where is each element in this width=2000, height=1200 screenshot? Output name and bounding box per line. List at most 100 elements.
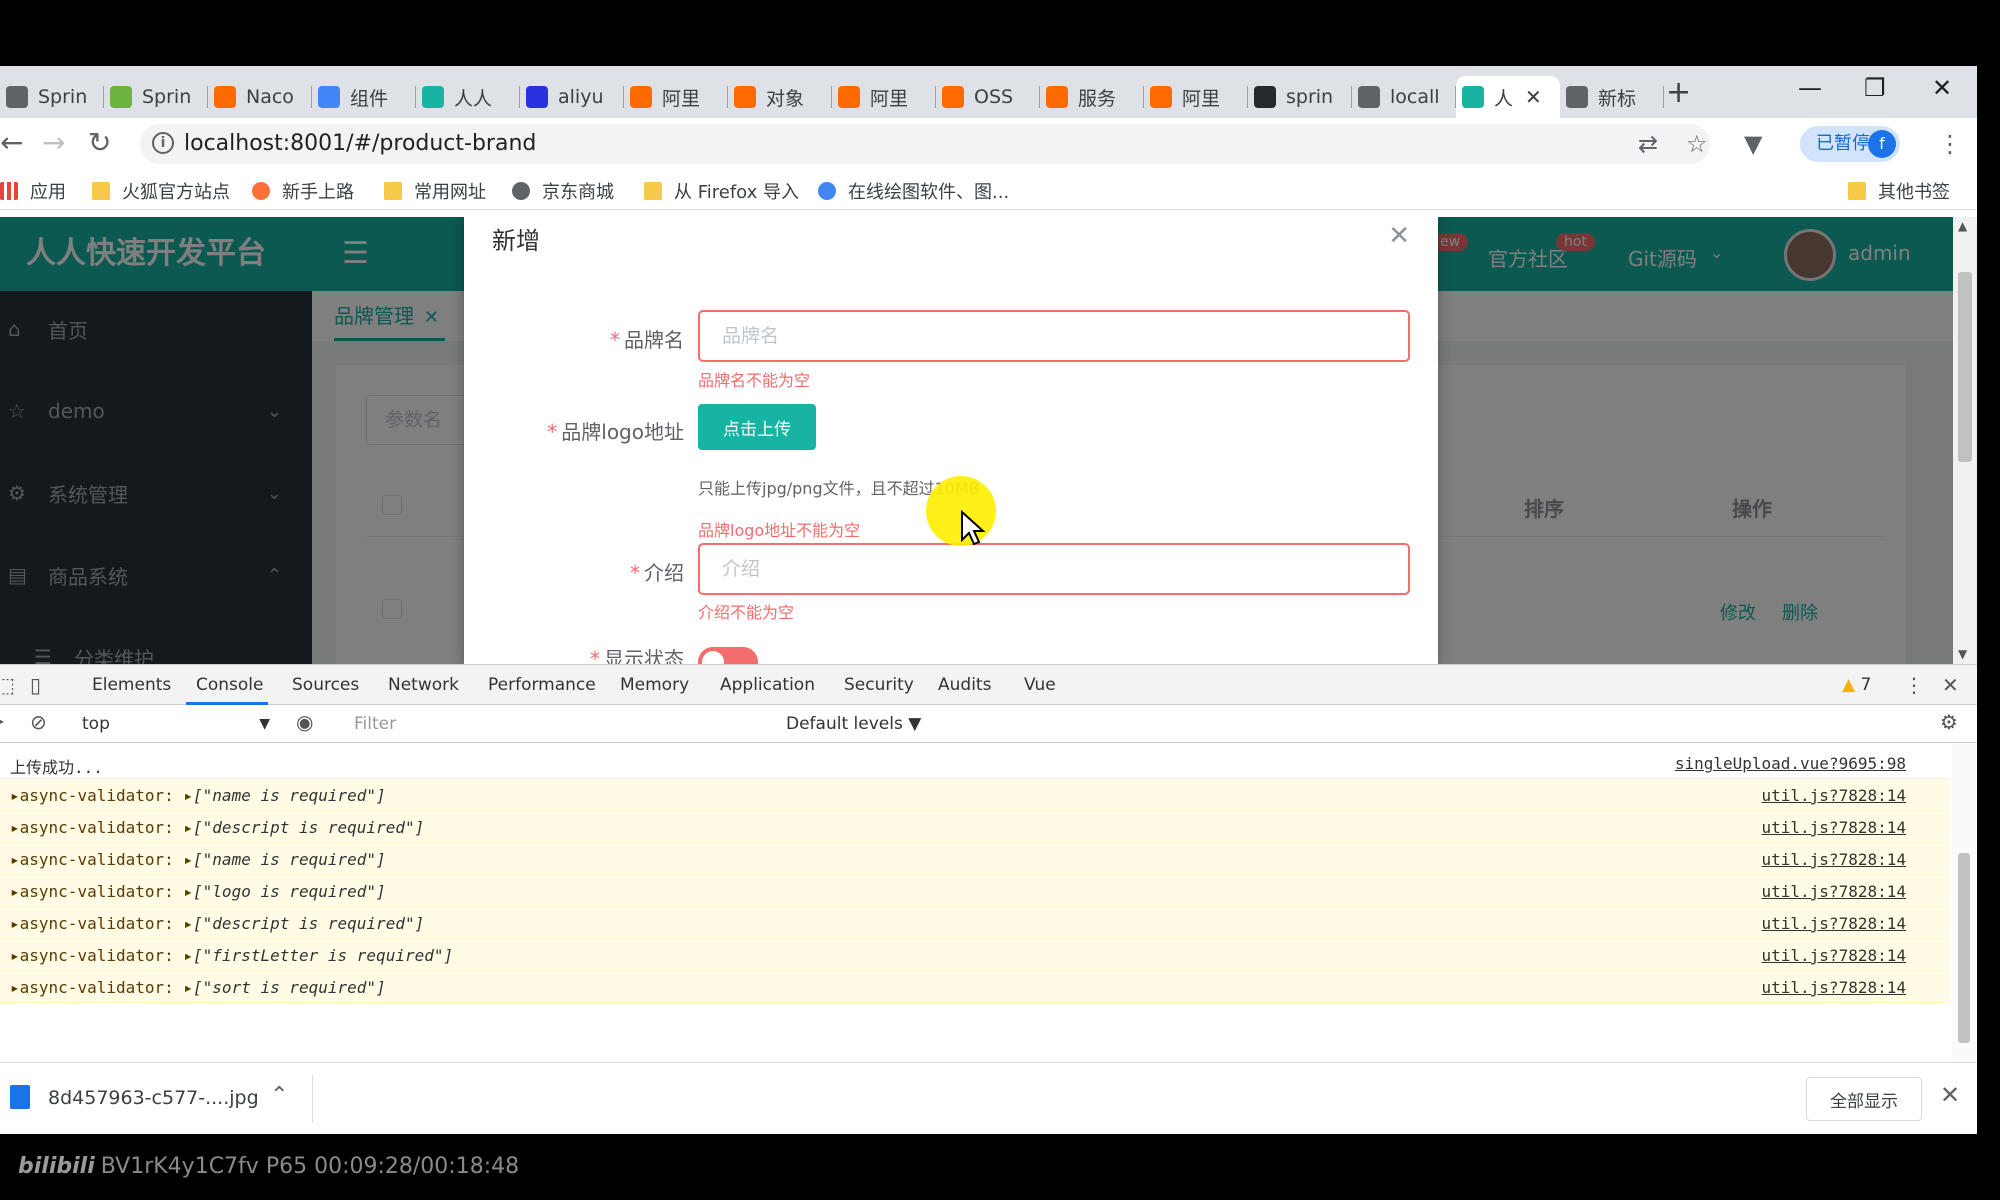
expand-icon[interactable]: ▸ <box>174 978 193 997</box>
console-source-link[interactable]: util.js?7828:14 <box>1762 978 1907 997</box>
bookmark-item[interactable]: 火狐官方站点 <box>92 178 230 204</box>
browser-tab[interactable]: 组件 <box>312 76 416 118</box>
console-source-link[interactable]: util.js?7828:14 <box>1762 914 1907 933</box>
console-source-link[interactable]: util.js?7828:14 <box>1762 850 1907 869</box>
translate-icon[interactable]: ⇄ <box>1638 130 1658 158</box>
log-levels-select[interactable]: Default levels ▼ <box>786 714 921 734</box>
expand-icon[interactable]: ▸ <box>174 946 193 965</box>
upload-button[interactable]: 点击上传 <box>698 404 816 450</box>
show-all-downloads-button[interactable]: 全部显示 <box>1806 1077 1922 1121</box>
page-scrollbar[interactable]: ▲ ▼ <box>1953 217 1977 664</box>
expand-icon[interactable]: ▸ <box>174 818 193 837</box>
expand-icon[interactable]: ▸ <box>10 882 20 901</box>
console-settings-icon[interactable]: ⚙ <box>1940 710 1958 734</box>
devtools-tab-vue[interactable]: Vue <box>1024 675 1056 695</box>
browser-tab[interactable]: OSS <box>936 76 1040 118</box>
devtools-tab-audits[interactable]: Audits <box>938 675 991 695</box>
restore-icon[interactable]: ❐ <box>1864 74 1886 102</box>
console-message[interactable]: 上传成功... singleUpload.vue?9695:98 <box>0 747 1950 779</box>
chevron-up-icon[interactable]: ⌃ <box>270 1083 288 1108</box>
browser-tab[interactable]: 人 ✕ <box>1456 76 1560 118</box>
back-icon[interactable]: ← <box>0 128 23 158</box>
browser-tab[interactable]: locall <box>1352 76 1456 118</box>
bookmark-item[interactable]: 新手上路 <box>252 178 354 204</box>
expand-icon[interactable]: ▸ <box>174 914 193 933</box>
new-tab-button[interactable]: + <box>1666 78 1691 108</box>
browser-tab[interactable]: 对象 <box>728 76 832 118</box>
minimize-icon[interactable]: — <box>1798 74 1822 102</box>
browser-tab[interactable]: 新标 <box>1560 76 1664 118</box>
console-arg[interactable]: ["descript is required"] <box>193 914 424 933</box>
expand-icon[interactable]: ▸ <box>10 914 20 933</box>
expand-icon[interactable]: ▸ <box>10 786 20 805</box>
devtools-tab-console[interactable]: Console <box>196 675 264 695</box>
expand-icon[interactable]: ▸ <box>174 786 193 805</box>
console-message[interactable]: ▸async-validator: ▸["descript is require… <box>0 907 1950 939</box>
browser-tab[interactable]: Sprin <box>0 76 104 118</box>
console-message[interactable]: ▸async-validator: ▸["descript is require… <box>0 811 1950 843</box>
console-arg[interactable]: ["logo is required"] <box>193 882 386 901</box>
browser-tab[interactable]: 阿里 <box>624 76 728 118</box>
console-source-link[interactable]: util.js?7828:14 <box>1762 946 1907 965</box>
download-filename[interactable]: 8d457963-c577-....jpg <box>48 1087 259 1109</box>
console-message[interactable]: ▸async-validator: ▸["name is required"] u… <box>0 779 1950 811</box>
other-bookmarks[interactable]: 其他书签 <box>1848 178 1950 204</box>
console-arg[interactable]: ["descript is required"] <box>193 818 424 837</box>
warnings-badge[interactable]: ▲ 7 <box>1842 675 1871 695</box>
bookmark-item[interactable]: 从 Firefox 导入 <box>644 178 799 204</box>
close-icon[interactable]: ✕ <box>1940 1081 1960 1109</box>
profile-button[interactable]: 已暂停 f <box>1800 126 1900 162</box>
device-toolbar-icon[interactable]: ▯ <box>30 673 41 697</box>
console-arg[interactable]: ["firstLetter is required"] <box>193 946 453 965</box>
scroll-down-icon[interactable]: ▼ <box>1958 647 1967 661</box>
reload-icon[interactable]: ↻ <box>88 128 111 158</box>
expand-icon[interactable]: ▸ <box>10 946 20 965</box>
close-icon[interactable]: ✕ <box>1525 85 1542 109</box>
browser-tab[interactable]: 服务 <box>1040 76 1144 118</box>
console-message[interactable]: ▸async-validator: ▸["name is required"] u… <box>0 843 1950 875</box>
eye-icon[interactable]: ◉ <box>296 710 313 734</box>
console-message[interactable]: ▸async-validator: ▸["sort is required"] u… <box>0 971 1950 1003</box>
scroll-up-icon[interactable]: ▲ <box>1958 219 1967 233</box>
bookmark-item[interactable]: 在线绘图软件、图... <box>818 178 1009 204</box>
clear-console-icon[interactable]: ⊘ <box>30 710 47 734</box>
console-arg[interactable]: ["name is required"] <box>193 786 386 805</box>
more-menu-icon[interactable]: ⋮ <box>1938 130 1962 158</box>
browser-tab[interactable]: 人人 <box>416 76 520 118</box>
console-source-link[interactable]: util.js?7828:14 <box>1762 882 1907 901</box>
bookmark-item[interactable]: 京东商城 <box>512 178 614 204</box>
console-source-link[interactable]: util.js?7828:14 <box>1762 786 1907 805</box>
browser-tab[interactable]: 阿里 <box>832 76 936 118</box>
expand-icon[interactable]: ▸ <box>174 882 193 901</box>
console-scrollbar[interactable] <box>1952 743 1976 1063</box>
devtools-tab-application[interactable]: Application <box>720 675 815 695</box>
devtools-menu-icon[interactable]: ⋮ <box>1904 673 1924 697</box>
browser-tab[interactable]: sprin <box>1248 76 1352 118</box>
browser-tab[interactable]: 阿里 <box>1144 76 1248 118</box>
forward-icon[interactable]: → <box>42 128 65 158</box>
console-arg[interactable]: ["sort is required"] <box>193 978 386 997</box>
console-arg[interactable]: ["name is required"] <box>193 850 386 869</box>
context-select[interactable]: top ▼ <box>70 711 270 737</box>
console-source-link[interactable]: singleUpload.vue?9695:98 <box>1675 754 1906 773</box>
expand-icon[interactable]: ▸ <box>10 978 20 997</box>
devtools-tab-security[interactable]: Security <box>844 675 914 695</box>
devtools-tab-sources[interactable]: Sources <box>292 675 359 695</box>
console-message[interactable]: ▸async-validator: ▸["firstLetter is requ… <box>0 939 1950 971</box>
brand-name-input[interactable] <box>698 310 1410 362</box>
scrollbar-thumb[interactable] <box>1958 853 1970 1043</box>
expand-icon[interactable]: ▸ <box>10 850 20 869</box>
devtools-tab-network[interactable]: Network <box>388 675 459 695</box>
sidebar-toggle-icon[interactable]: ▸ <box>0 711 4 730</box>
close-icon[interactable]: ✕ <box>1388 221 1410 251</box>
expand-icon[interactable]: ▸ <box>10 818 20 837</box>
window-close-icon[interactable]: ✕ <box>1932 74 1952 102</box>
bookmark-star-icon[interactable]: ☆ <box>1686 130 1708 158</box>
scrollbar-thumb[interactable] <box>1958 272 1972 462</box>
inspect-icon[interactable]: ⬚ <box>0 673 15 697</box>
devtools-close-icon[interactable]: ✕ <box>1942 673 1959 697</box>
devtools-tab-memory[interactable]: Memory <box>620 675 689 695</box>
console-filter-input[interactable] <box>344 710 774 738</box>
bookmark-item[interactable]: 常用网址 <box>384 178 486 204</box>
browser-tab[interactable]: Sprin <box>104 76 208 118</box>
